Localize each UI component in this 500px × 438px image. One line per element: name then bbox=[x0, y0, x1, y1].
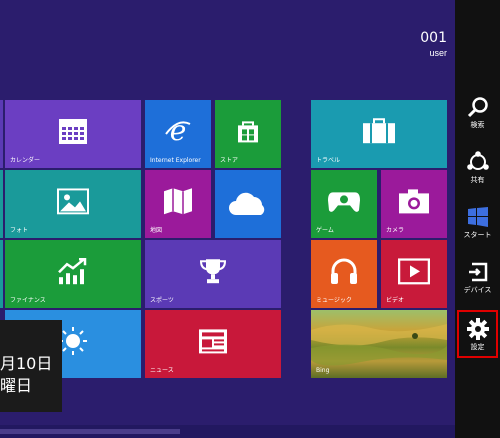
tile-label: ゲーム bbox=[316, 227, 334, 234]
store-bag-icon bbox=[238, 121, 258, 143]
tile-label: カメラ bbox=[386, 227, 405, 234]
user-name: user bbox=[429, 48, 447, 58]
search-icon bbox=[467, 97, 488, 118]
charm-settings[interactable]: 設定 bbox=[457, 310, 498, 358]
tile-partial-1[interactable] bbox=[0, 100, 3, 168]
user-account[interactable]: 001 user bbox=[420, 30, 447, 58]
trophy-icon bbox=[199, 259, 227, 284]
date-text: 月10日 bbox=[0, 354, 53, 373]
suitcase-icon bbox=[363, 118, 395, 144]
map-icon bbox=[164, 188, 192, 215]
svg-text:e: e bbox=[170, 116, 187, 146]
charm-devices[interactable]: デバイス bbox=[457, 255, 498, 303]
cloud-icon bbox=[229, 192, 265, 215]
headphones-icon bbox=[331, 258, 357, 284]
charm-label: 検索 bbox=[470, 121, 485, 129]
tile-internet-explorer[interactable]: e Internet Explorer bbox=[145, 100, 211, 168]
calendar-icon bbox=[59, 119, 87, 144]
tile-video[interactable]: ビデオ bbox=[381, 240, 447, 308]
tile-label: Bing bbox=[316, 367, 330, 374]
devices-icon bbox=[468, 262, 487, 282]
charm-search[interactable]: 検索 bbox=[457, 90, 498, 138]
tile-label: スポーツ bbox=[150, 297, 174, 304]
tile-partial-2[interactable] bbox=[0, 170, 3, 238]
tile-label: トラベル bbox=[316, 157, 341, 164]
gear-icon bbox=[466, 318, 489, 340]
tile-bing[interactable]: Bing bbox=[311, 310, 447, 378]
internet-explorer-icon: e bbox=[165, 116, 191, 146]
charm-label: 設定 bbox=[470, 343, 485, 351]
tile-label: Internet Explorer bbox=[150, 157, 201, 164]
tile-skydrive[interactable] bbox=[215, 170, 281, 238]
charm-share[interactable]: 共有 bbox=[457, 145, 498, 193]
tile-label: ファイナンス bbox=[10, 297, 46, 304]
start-screen: 001 user カレンダー e Internet Explorer ストア ト… bbox=[0, 0, 455, 438]
user-number: 001 bbox=[420, 30, 447, 46]
tile-music[interactable]: ミュージック bbox=[311, 240, 377, 308]
game-controller-icon bbox=[328, 192, 360, 212]
finance-chart-icon bbox=[58, 257, 87, 285]
tile-store[interactable]: ストア bbox=[215, 100, 281, 168]
charms-bar: 検索 共有 スタート デバイス 設定 bbox=[455, 0, 500, 438]
scrollbar-thumb[interactable] bbox=[0, 429, 180, 434]
video-icon bbox=[398, 258, 430, 285]
windows-logo-icon bbox=[467, 207, 488, 227]
horizontal-scrollbar[interactable] bbox=[0, 425, 455, 438]
sun-icon bbox=[59, 327, 87, 355]
tile-label: 地図 bbox=[150, 227, 163, 234]
tile-games[interactable]: ゲーム bbox=[311, 170, 377, 238]
photo-icon bbox=[57, 188, 89, 215]
tile-camera[interactable]: カメラ bbox=[381, 170, 447, 238]
date-time-overlay: 月10日 曜日 bbox=[0, 320, 62, 412]
charm-label: 共有 bbox=[470, 176, 485, 184]
tile-news[interactable]: ニュース bbox=[145, 310, 281, 378]
share-icon bbox=[466, 151, 489, 170]
tile-calendar[interactable]: カレンダー bbox=[5, 100, 141, 168]
tile-finance[interactable]: ファイナンス bbox=[5, 240, 141, 308]
tile-photos[interactable]: フォト bbox=[5, 170, 141, 238]
charm-start[interactable]: スタート bbox=[457, 200, 498, 248]
charm-label: デバイス bbox=[463, 286, 492, 294]
tile-sports[interactable]: スポーツ bbox=[145, 240, 281, 308]
tile-label: ニュース bbox=[150, 367, 174, 374]
tile-maps[interactable]: 地図 bbox=[145, 170, 211, 238]
newspaper-icon bbox=[199, 329, 227, 354]
tile-label: ミュージック bbox=[316, 297, 352, 304]
charm-label: スタート bbox=[463, 231, 492, 239]
tile-label: フォト bbox=[10, 227, 29, 234]
tile-partial-3[interactable] bbox=[0, 240, 3, 308]
tile-label: ビデオ bbox=[386, 297, 405, 304]
landscape-image bbox=[311, 324, 447, 366]
tile-travel[interactable]: トラベル bbox=[311, 100, 447, 168]
tile-label: ストア bbox=[220, 157, 239, 164]
weekday-text: 曜日 bbox=[0, 376, 33, 395]
camera-icon bbox=[399, 189, 429, 214]
tile-label: カレンダー bbox=[10, 157, 41, 164]
